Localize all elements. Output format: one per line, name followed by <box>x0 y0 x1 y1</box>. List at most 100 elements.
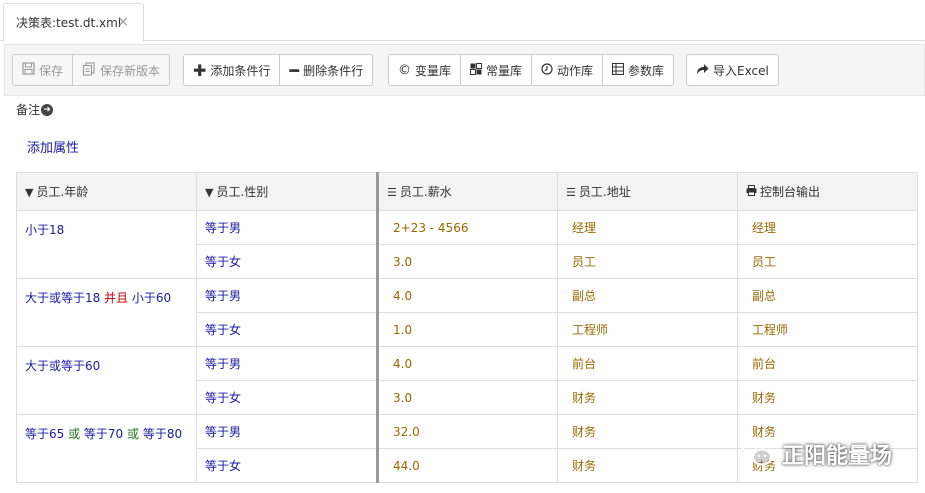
header-label: 员工.地址 <box>578 185 631 199</box>
sex-condition-cell[interactable]: 等于男 <box>196 278 379 313</box>
column-header-age[interactable]: ▼ 员工.年龄 <box>16 172 197 211</box>
sex-condition-cell[interactable]: 等于男 <box>196 346 379 381</box>
add-condition-row-label: 添加条件行 <box>210 63 271 78</box>
delete-condition-row-button[interactable]: ━ 删除条件行 <box>279 54 374 86</box>
salary-action-cell[interactable]: 4.0 <box>377 278 558 313</box>
console-output-cell[interactable]: 前台 <box>737 346 918 381</box>
tab-decision-table[interactable]: 决策表:test.dt.xml × <box>3 3 144 42</box>
wechat-icon <box>741 442 772 466</box>
row-button-group: ✚ 添加条件行 ━ 删除条件行 <box>183 54 374 86</box>
console-output-cell[interactable]: 财务 <box>737 380 918 415</box>
column-header-sex[interactable]: ▼ 员工.性别 <box>196 172 379 211</box>
add-property-link[interactable]: 添加属性 <box>27 137 79 156</box>
sex-condition-cell[interactable]: 等于女 <box>196 448 379 483</box>
and-keyword: 并且 <box>104 291 129 305</box>
clock-circle-icon <box>541 62 553 78</box>
remark-label: 备注 <box>16 103 41 117</box>
age-condition-cell[interactable]: 大于或等于18 并且 小于60 <box>16 278 197 347</box>
document-copy-icon <box>82 61 96 79</box>
sex-condition-cell[interactable]: 等于男 <box>196 210 379 245</box>
condition-text: 小于60 <box>128 291 172 305</box>
condition-text: 大于或等于60 <box>25 359 101 373</box>
add-condition-row-button[interactable]: ✚ 添加条件行 <box>183 54 281 86</box>
salary-action-cell[interactable]: 2+23 - 4566 <box>377 210 558 245</box>
watermark: 正阳能量场 <box>740 436 920 472</box>
sex-condition-cell[interactable]: 等于女 <box>196 312 379 347</box>
address-action-cell[interactable]: 前台 <box>557 346 738 381</box>
save-button[interactable]: 保存 <box>12 54 74 86</box>
address-action-cell[interactable]: 副总 <box>557 278 738 313</box>
address-action-cell[interactable]: 财务 <box>557 380 738 415</box>
tab-bar: 决策表:test.dt.xml × <box>0 0 925 42</box>
salary-action-cell[interactable]: 44.0 <box>377 448 558 483</box>
address-action-cell[interactable]: 工程师 <box>557 312 738 347</box>
parameter-lib-label: 参数库 <box>628 63 665 78</box>
delete-condition-row-label: 删除条件行 <box>303 63 364 78</box>
import-excel-button[interactable]: 导入Excel <box>686 54 779 86</box>
close-icon[interactable]: × <box>117 15 129 29</box>
table-row: 小于18 等于男 2+23 - 4566 经理 经理 <box>16 210 918 279</box>
action-lib-button[interactable]: 动作库 <box>531 54 604 86</box>
grid-icon <box>470 62 483 78</box>
copyright-circle-icon: © <box>398 62 411 78</box>
variable-lib-button[interactable]: © 变量库 <box>388 54 462 86</box>
variable-lib-label: 变量库 <box>415 63 452 78</box>
table-grid-icon <box>612 62 625 78</box>
address-action-cell[interactable]: 经理 <box>557 210 738 245</box>
address-action-cell[interactable]: 财务 <box>557 414 738 449</box>
condition-text: 等于65 <box>25 427 69 441</box>
share-arrow-icon <box>696 63 709 78</box>
header-label: 控制台输出 <box>760 185 821 199</box>
console-output-cell[interactable]: 经理 <box>737 210 918 245</box>
console-output-cell[interactable]: 员工 <box>737 244 918 279</box>
condition-text: 等于70 <box>80 427 128 441</box>
condition-text: 小于18 <box>25 223 65 237</box>
column-header-salary[interactable]: ☰ 员工.薪水 <box>377 172 558 211</box>
filter-icon: ▼ <box>205 186 214 199</box>
action-lib-label: 动作库 <box>557 63 594 78</box>
save-button-group: 保存 保存新版本 <box>12 54 171 86</box>
constant-lib-button[interactable]: 常量库 <box>460 54 533 86</box>
column-header-address[interactable]: ☰ 员工.地址 <box>557 172 738 211</box>
salary-action-cell[interactable]: 4.0 <box>377 346 558 381</box>
arrow-circle-right-icon: ➜ <box>41 103 54 116</box>
save-new-version-label: 保存新版本 <box>100 63 161 78</box>
age-condition-cell[interactable]: 大于或等于60 <box>16 346 197 415</box>
sex-condition-cell[interactable]: 等于女 <box>196 380 379 415</box>
console-output-cell[interactable]: 工程师 <box>737 312 918 347</box>
condition-text: 大于或等于18 <box>25 291 105 305</box>
header-label: 员工.薪水 <box>399 185 452 199</box>
header-label: 员工.年龄 <box>36 185 89 199</box>
column-header-console-output[interactable]: 控制台输出 <box>737 172 918 211</box>
import-excel-label: 导入Excel <box>713 63 769 78</box>
or-keyword: 或 <box>127 427 140 441</box>
table-row: 大于或等于60 等于男 4.0 前台 前台 <box>16 346 918 415</box>
address-action-cell[interactable]: 员工 <box>557 244 738 279</box>
or-keyword: 或 <box>68 427 81 441</box>
import-button-group: 导入Excel <box>686 54 779 86</box>
sex-condition-cell[interactable]: 等于男 <box>196 414 379 449</box>
age-condition-cell[interactable]: 小于18 <box>16 210 197 279</box>
salary-action-cell[interactable]: 32.0 <box>377 414 558 449</box>
address-action-cell[interactable]: 财务 <box>557 448 738 483</box>
remark-toggle[interactable]: 备注 ➜ <box>16 101 54 118</box>
list-icon: ☰ <box>566 186 576 199</box>
watermark-text: 正阳能量场 <box>782 444 893 469</box>
plus-icon: ✚ <box>193 60 207 80</box>
save-new-version-button[interactable]: 保存新版本 <box>72 54 171 86</box>
floppy-disk-icon <box>22 62 35 78</box>
toolbar: 保存 保存新版本 ✚ 添加条件行 ━ 删除条件行 © 变量库 常量库 动作库 参… <box>4 44 925 96</box>
salary-action-cell[interactable]: 1.0 <box>377 312 558 347</box>
save-label: 保存 <box>39 63 64 78</box>
header-label: 员工.性别 <box>216 185 269 199</box>
salary-action-cell[interactable]: 3.0 <box>377 380 558 415</box>
constant-lib-label: 常量库 <box>486 63 523 78</box>
console-output-cell[interactable]: 副总 <box>737 278 918 313</box>
tab-title: 决策表:test.dt.xml <box>16 16 122 30</box>
parameter-lib-button[interactable]: 参数库 <box>602 54 675 86</box>
salary-action-cell[interactable]: 3.0 <box>377 244 558 279</box>
minus-icon: ━ <box>289 60 300 80</box>
age-condition-cell[interactable]: 等于65 或 等于70 或 等于80 <box>16 414 197 483</box>
sex-condition-cell[interactable]: 等于女 <box>196 244 379 279</box>
table-row: 大于或等于18 并且 小于60 等于男 4.0 副总 副总 <box>16 278 918 347</box>
